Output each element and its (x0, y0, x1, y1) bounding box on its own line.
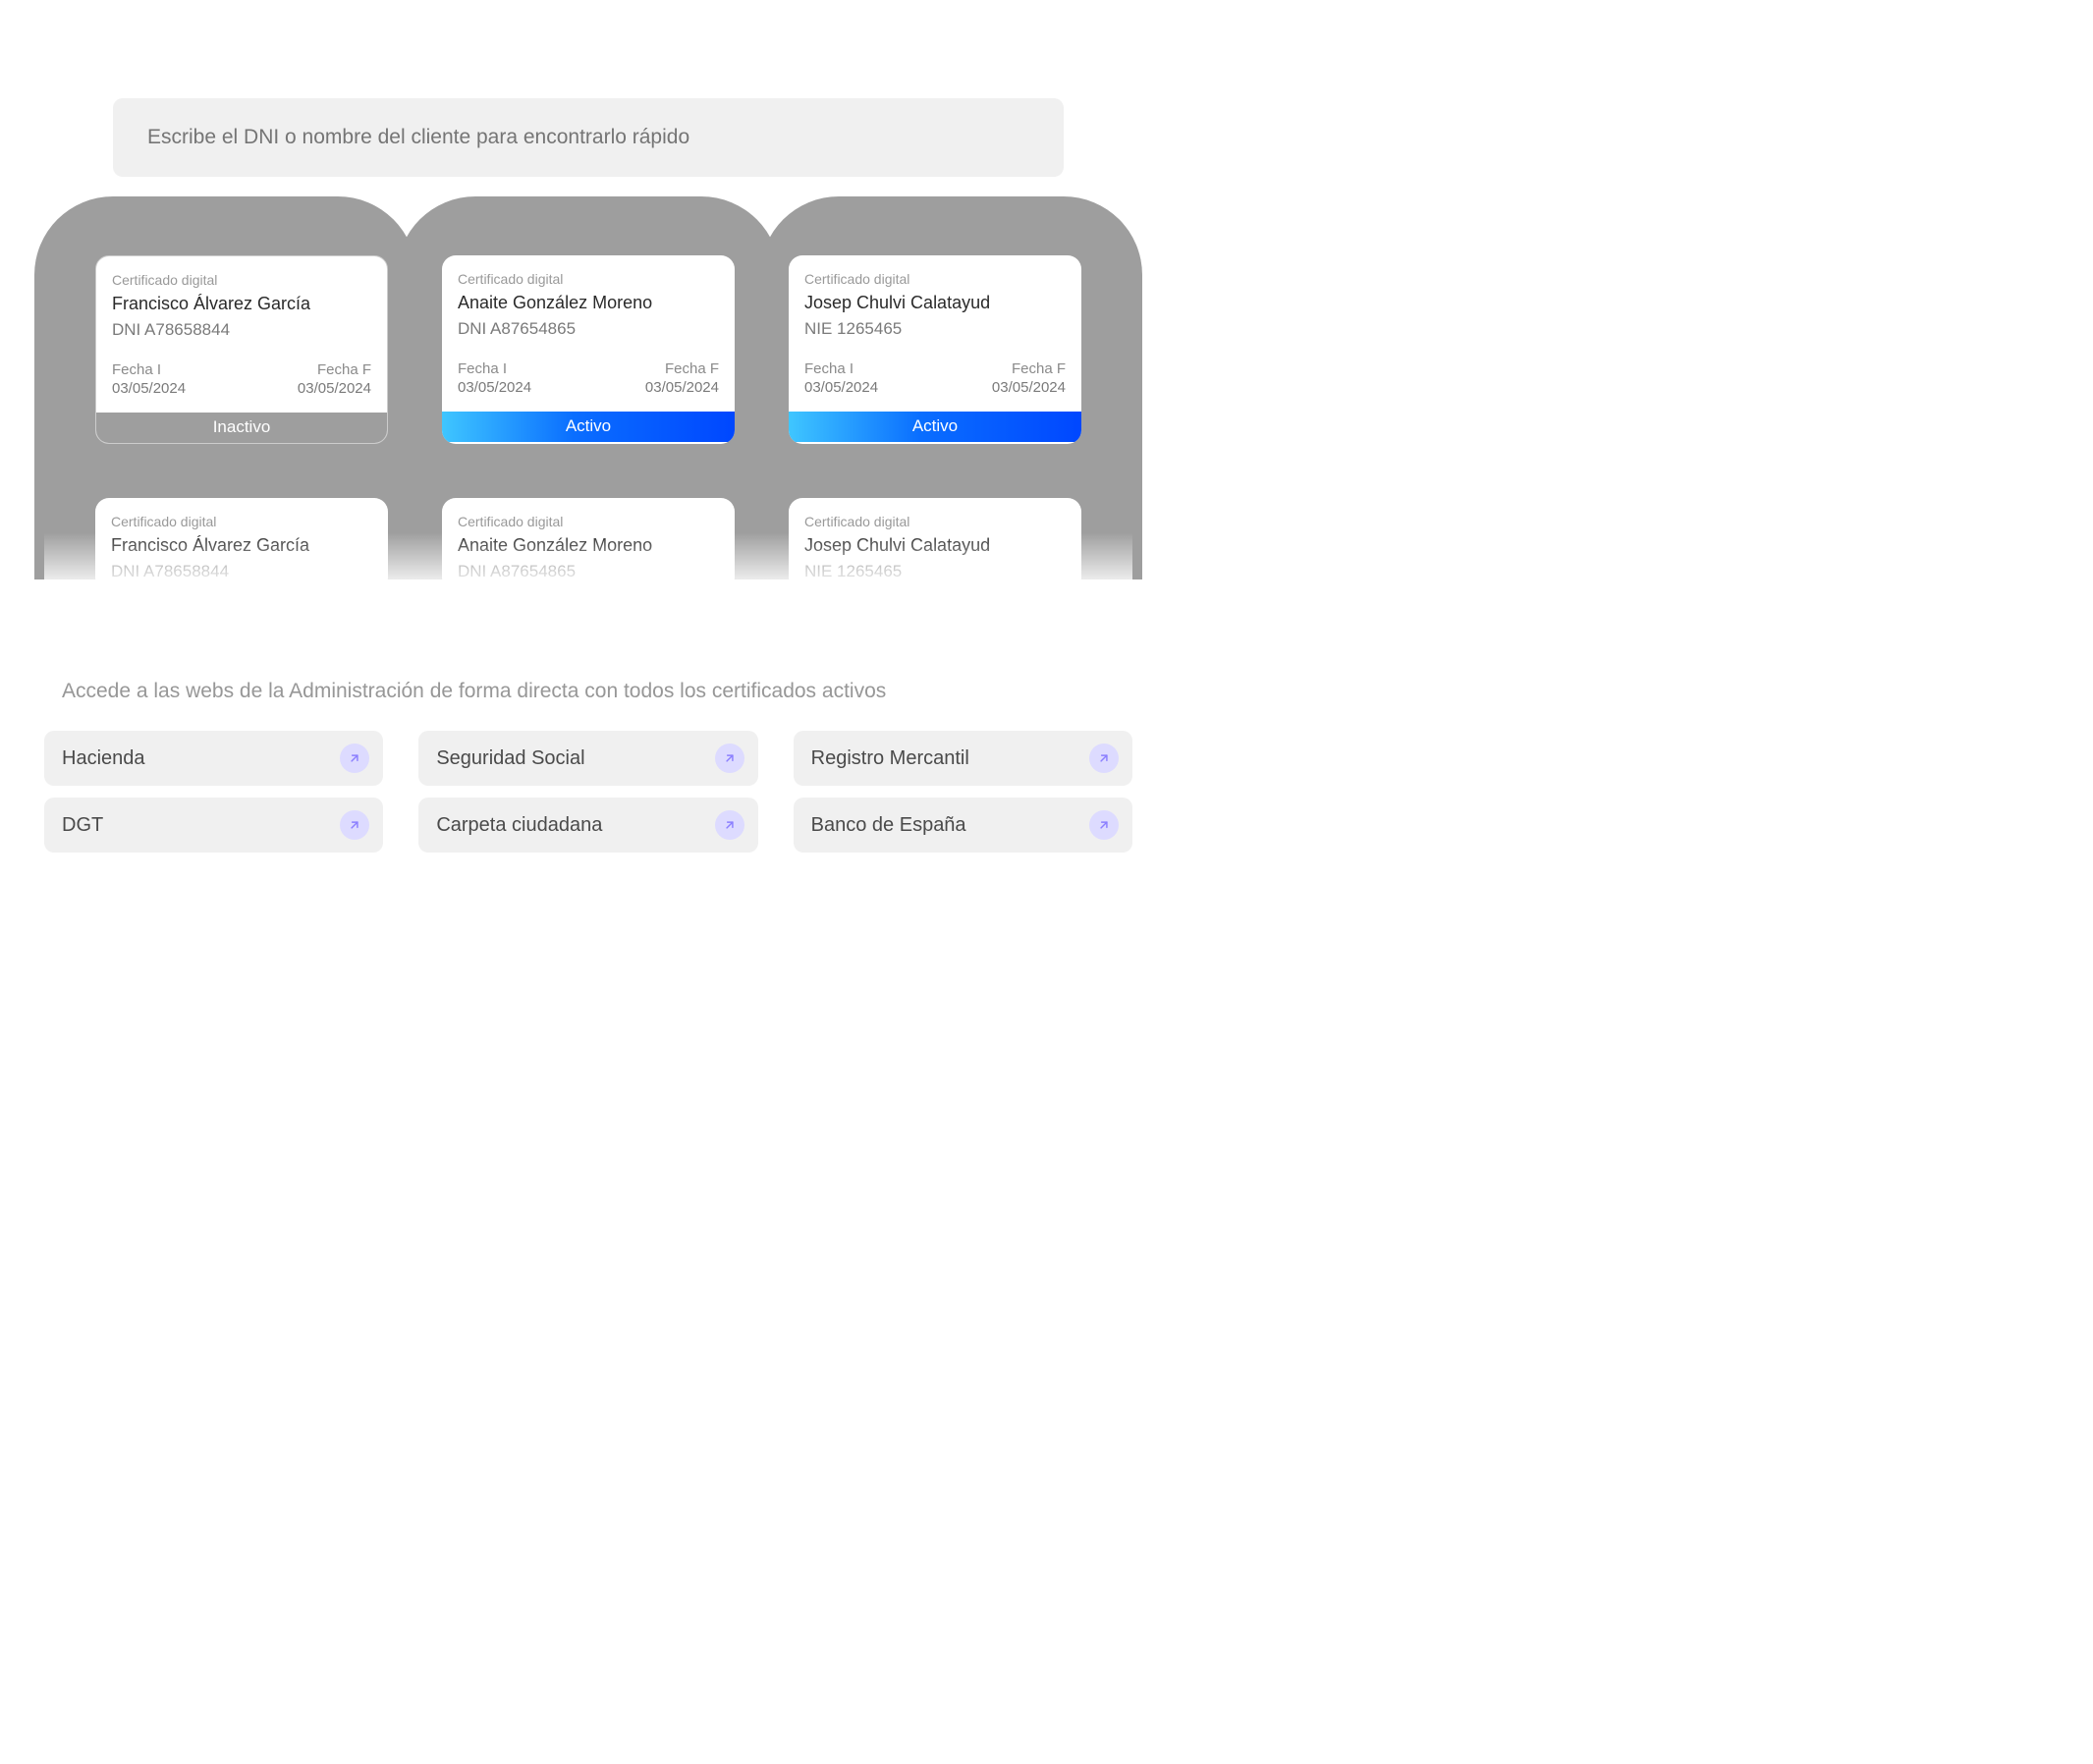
card-subtitle: Certificado digital (111, 514, 372, 529)
status-badge: Activo (789, 412, 1081, 442)
card-id: NIE 1265465 (804, 562, 1066, 581)
arrow-up-right-icon (715, 810, 744, 840)
card-holder-name: Josep Chulvi Calatayud (804, 535, 1066, 556)
section-description: Accede a las webs de la Administración d… (62, 680, 1132, 703)
link-label: DGT (62, 814, 103, 837)
link-label: Hacienda (62, 747, 145, 770)
link-label: Registro Mercantil (811, 747, 969, 770)
date-start-label: Fecha I (112, 361, 186, 378)
card-holder-name: Francisco Álvarez García (112, 294, 371, 314)
date-end-value: 03/05/2024 (645, 379, 719, 396)
certificate-card[interactable]: Certificado digital Anaite González More… (442, 498, 735, 591)
card-subtitle: Certificado digital (458, 271, 719, 287)
card-subtitle: Certificado digital (112, 272, 371, 288)
certificate-card[interactable]: Certificado digital Francisco Álvarez Ga… (95, 498, 388, 591)
link-carpeta-ciudadana[interactable]: Carpeta ciudadana (418, 798, 757, 853)
arrow-up-right-icon (1089, 810, 1119, 840)
certificates-section: Certificado digital Francisco Álvarez Ga… (44, 196, 1132, 591)
date-end-label: Fecha F (298, 361, 371, 378)
card-id: NIE 1265465 (804, 319, 1066, 339)
date-end-label: Fecha F (645, 360, 719, 377)
arrow-up-right-icon (340, 744, 369, 773)
admin-links-grid: Hacienda Seguridad Social Registro Merca… (44, 731, 1132, 853)
certificate-card[interactable]: Certificado digital Anaite González More… (442, 255, 735, 444)
certificate-card[interactable]: Certificado digital Josep Chulvi Calatay… (789, 498, 1081, 591)
certificate-card[interactable]: Certificado digital Josep Chulvi Calatay… (789, 255, 1081, 444)
link-registro-mercantil[interactable]: Registro Mercantil (794, 731, 1132, 786)
date-end-value: 03/05/2024 (298, 380, 371, 397)
certificates-grid: Certificado digital Francisco Álvarez Ga… (56, 196, 1121, 591)
card-holder-name: Anaite González Moreno (458, 535, 719, 556)
card-id: DNI A87654865 (458, 319, 719, 339)
card-subtitle: Certificado digital (458, 514, 719, 529)
card-subtitle: Certificado digital (804, 271, 1066, 287)
date-start-value: 03/05/2024 (458, 379, 531, 396)
status-badge: Inactivo (96, 413, 387, 443)
date-end-label: Fecha F (992, 360, 1066, 377)
date-start-label: Fecha I (804, 360, 878, 377)
date-start-value: 03/05/2024 (804, 379, 878, 396)
card-subtitle: Certificado digital (804, 514, 1066, 529)
search-input[interactable] (113, 98, 1064, 177)
card-id: DNI A78658844 (112, 320, 371, 340)
date-end-value: 03/05/2024 (992, 379, 1066, 396)
link-label: Seguridad Social (436, 747, 584, 770)
card-id: DNI A87654865 (458, 562, 719, 581)
link-label: Banco de España (811, 814, 966, 837)
date-start-label: Fecha I (458, 360, 531, 377)
link-banco-espana[interactable]: Banco de España (794, 798, 1132, 853)
arrow-up-right-icon (1089, 744, 1119, 773)
certificate-card[interactable]: Certificado digital Francisco Álvarez Ga… (95, 255, 388, 444)
card-holder-name: Anaite González Moreno (458, 293, 719, 313)
link-dgt[interactable]: DGT (44, 798, 383, 853)
card-holder-name: Francisco Álvarez García (111, 535, 372, 556)
link-label: Carpeta ciudadana (436, 814, 602, 837)
link-seguridad-social[interactable]: Seguridad Social (418, 731, 757, 786)
card-id: DNI A78658844 (111, 562, 372, 581)
link-hacienda[interactable]: Hacienda (44, 731, 383, 786)
arrow-up-right-icon (715, 744, 744, 773)
arrow-up-right-icon (340, 810, 369, 840)
status-badge: Activo (442, 412, 735, 442)
card-holder-name: Josep Chulvi Calatayud (804, 293, 1066, 313)
date-start-value: 03/05/2024 (112, 380, 186, 397)
